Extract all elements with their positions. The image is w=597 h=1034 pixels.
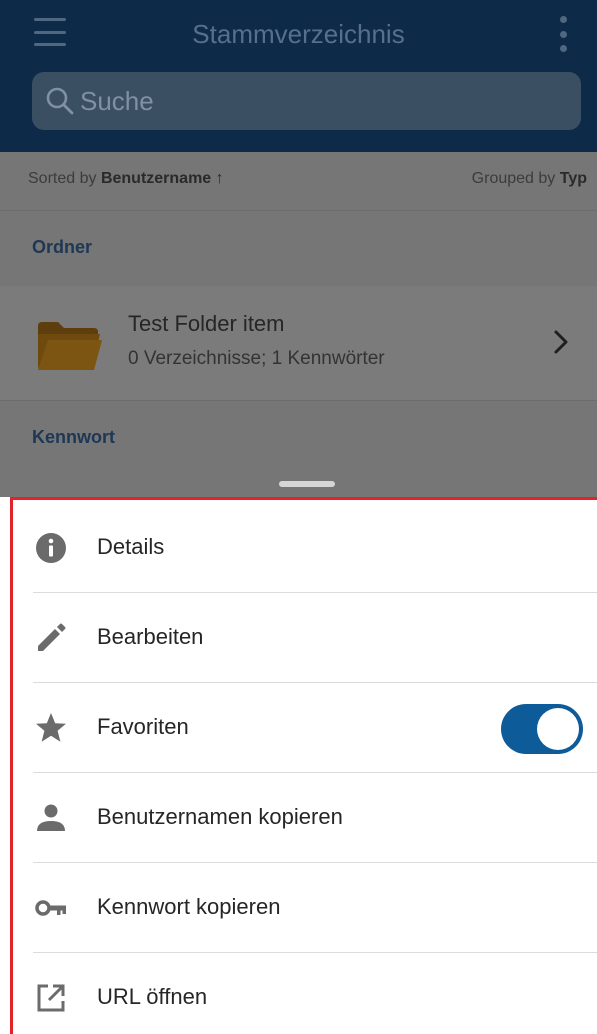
search-input[interactable]: [80, 72, 560, 130]
section-title-folders: Ordner: [32, 237, 93, 257]
grouped-by-field: Typ: [559, 170, 587, 187]
sorted-by-field: Benutzername ↑: [100, 170, 224, 187]
search-bar[interactable]: [32, 72, 581, 130]
vertical-dots-icon[interactable]: [553, 16, 573, 52]
star-icon: [36, 713, 66, 742]
favorites-toggle[interactable]: [501, 704, 583, 754]
person-icon: [37, 804, 65, 831]
pencil-icon: [38, 623, 66, 651]
info-icon: [36, 533, 66, 563]
screen: Stammverzeichnis Sorted by Benutzername …: [0, 0, 597, 1034]
section-header-folders: Ordner: [0, 211, 597, 287]
action-open-url[interactable]: URL öffnen: [13, 953, 597, 1034]
action-edit[interactable]: Bearbeiten: [13, 593, 597, 683]
action-label: Favoriten: [97, 714, 189, 739]
chevron-right-icon: [554, 330, 568, 354]
list-item[interactable]: Test Folder item 0 Verzeichnisse; 1 Kenn…: [0, 286, 597, 401]
page-title: Stammverzeichnis: [192, 19, 405, 49]
action-copy-username[interactable]: Benutzernamen kopieren: [13, 773, 597, 863]
action-label: Bearbeiten: [97, 624, 204, 649]
action-label: Benutzernamen kopieren: [97, 804, 343, 829]
action-favorites[interactable]: Favoriten: [13, 683, 597, 773]
section-title-passwords: Kennwort: [32, 427, 115, 447]
folder-name: Test Folder item: [128, 311, 285, 336]
app-header: Stammverzeichnis: [0, 0, 597, 152]
action-label: URL öffnen: [97, 984, 208, 1009]
sheet-drag-handle[interactable]: [279, 481, 335, 487]
action-label: Details: [97, 534, 165, 559]
action-copy-password[interactable]: Kennwort kopieren: [13, 863, 597, 953]
sorted-by-control[interactable]: Sorted by Benutzername ↑: [28, 170, 224, 188]
action-sheet: Details Bearbeiten Favoriten Benutzernam…: [10, 497, 597, 1034]
toggle-knob: [537, 708, 579, 750]
key-icon: [35, 900, 66, 916]
folder-meta: 0 Verzeichnisse; 1 Kennwörter: [128, 348, 385, 369]
grouped-by-control[interactable]: Grouped by Typ: [472, 170, 587, 188]
folder-icon: [38, 322, 102, 370]
sorted-by-prefix: Sorted by: [28, 170, 101, 187]
grouped-by-prefix: Grouped by: [471, 170, 560, 187]
search-icon: [46, 87, 74, 115]
action-details[interactable]: Details: [13, 503, 597, 593]
action-label: Kennwort kopieren: [97, 894, 281, 919]
open-external-icon: [37, 984, 65, 1012]
sort-bar: Sorted by Benutzername ↑ Grouped by Typ: [0, 152, 597, 211]
